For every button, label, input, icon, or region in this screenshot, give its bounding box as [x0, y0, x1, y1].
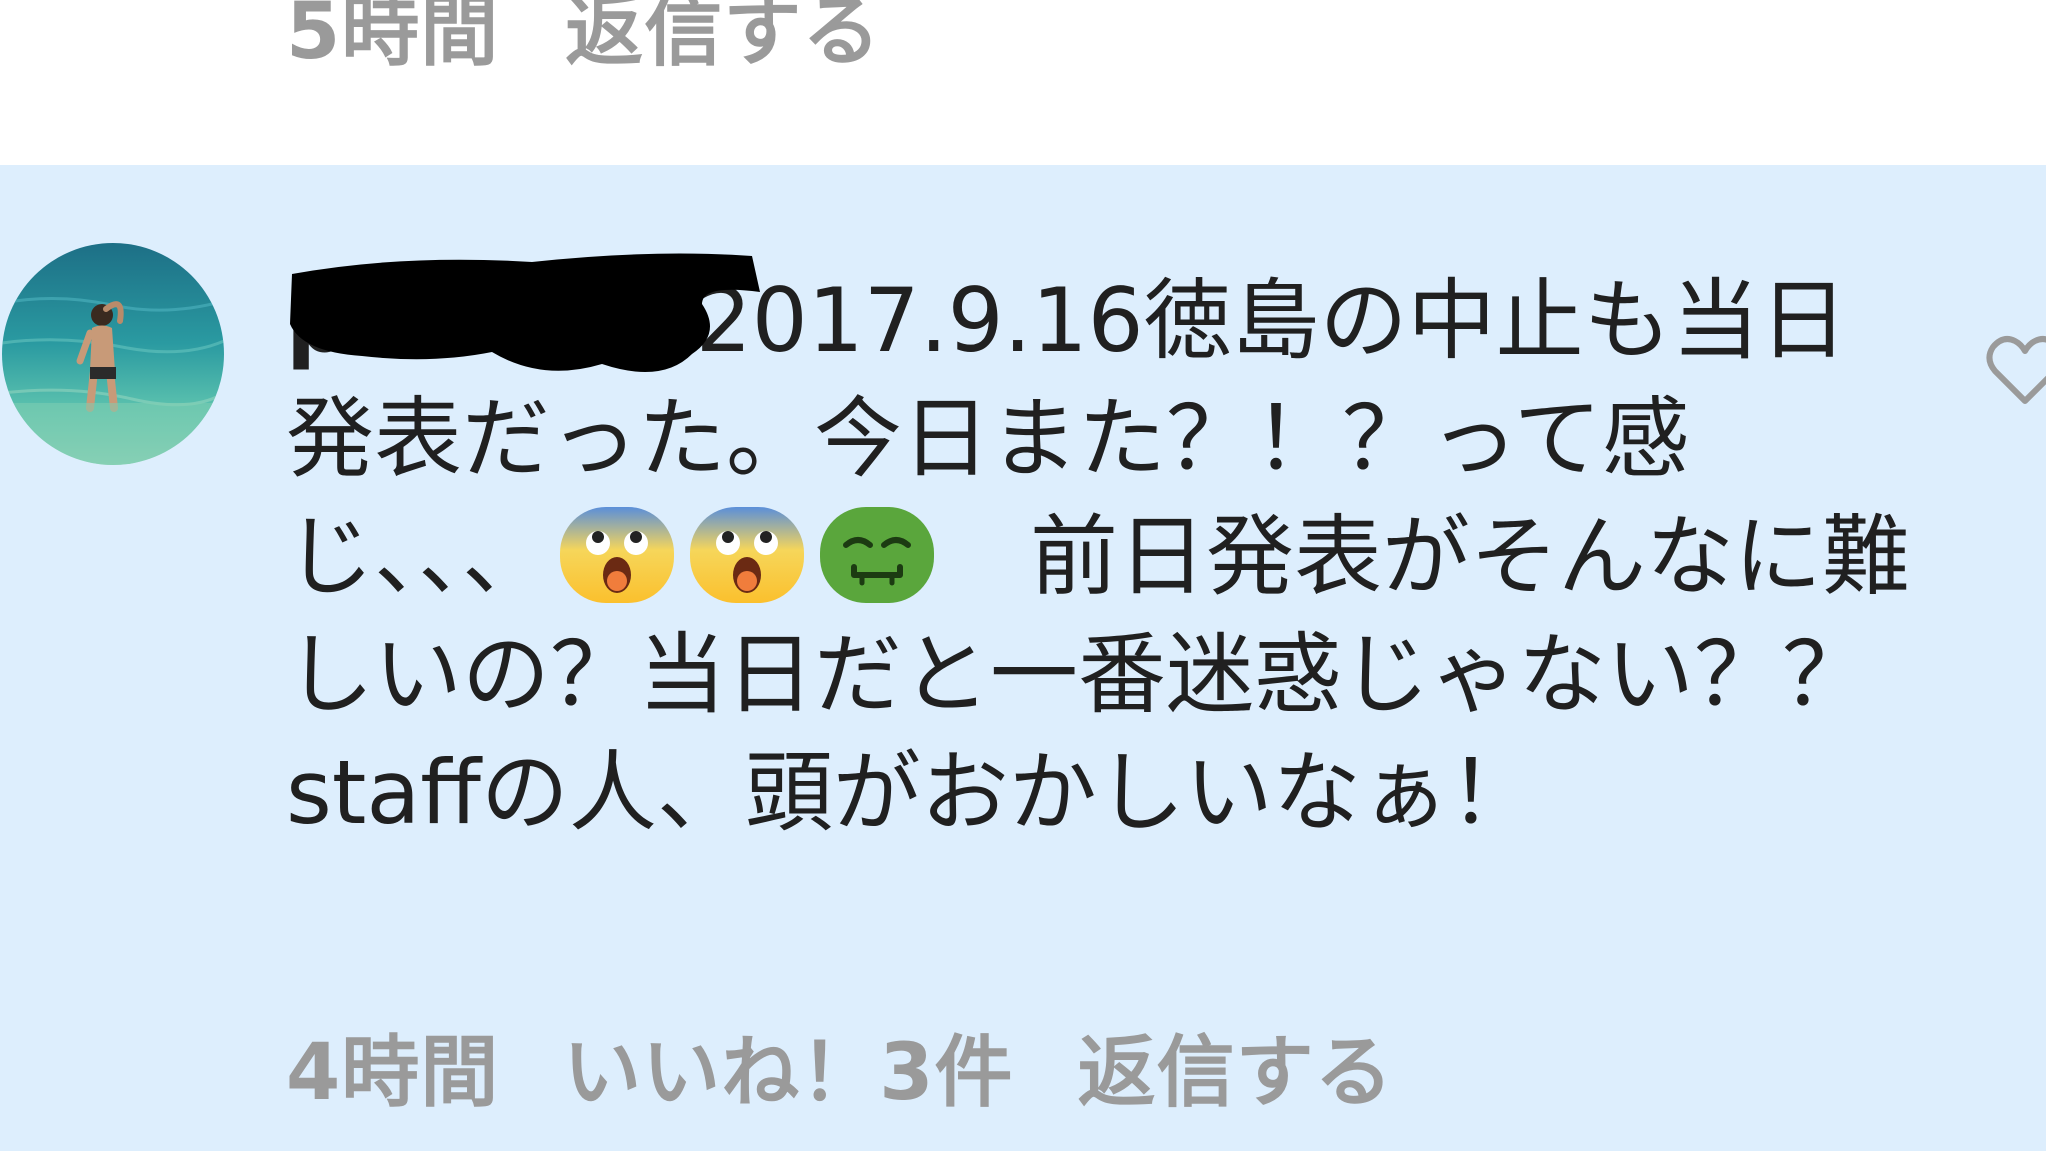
- reply-button[interactable]: 返信する: [1078, 1010, 1394, 1122]
- comment-meta: 4時間 いいね！3件 返信する: [286, 1010, 1394, 1122]
- fearful-face-icon: [690, 507, 805, 603]
- username[interactable]: paulo**t: [286, 269, 696, 372]
- comment-time: 4時間: [286, 1028, 500, 1118]
- comments-screen: 5時間 返信する paulo**t 2017.9.16徳島の中止も当日発表だった…: [0, 0, 2046, 1151]
- username-container: paulo**t: [286, 253, 760, 380]
- highlighted-comment: paulo**t 2017.9.16徳島の中止も当日発表だった。今日また？！？って…: [0, 165, 2046, 1151]
- fearful-face-icon: [560, 507, 675, 603]
- likes-count-button[interactable]: いいね！3件: [563, 1010, 1013, 1122]
- nauseated-face-icon: [820, 507, 935, 603]
- avatar[interactable]: [2, 243, 224, 465]
- avatar-image: [2, 243, 224, 465]
- previous-comment-reply-button[interactable]: 返信する: [565, 0, 881, 81]
- previous-comment-time: 5時間: [286, 0, 500, 77]
- emoji-group: [558, 505, 936, 605]
- heart-outline-icon[interactable]: [1985, 335, 2046, 407]
- previous-comment-meta: 5時間 返信する: [286, 0, 881, 80]
- comment-body: paulo**t 2017.9.16徳島の中止も当日発表だった。今日また？！？って…: [286, 253, 1926, 852]
